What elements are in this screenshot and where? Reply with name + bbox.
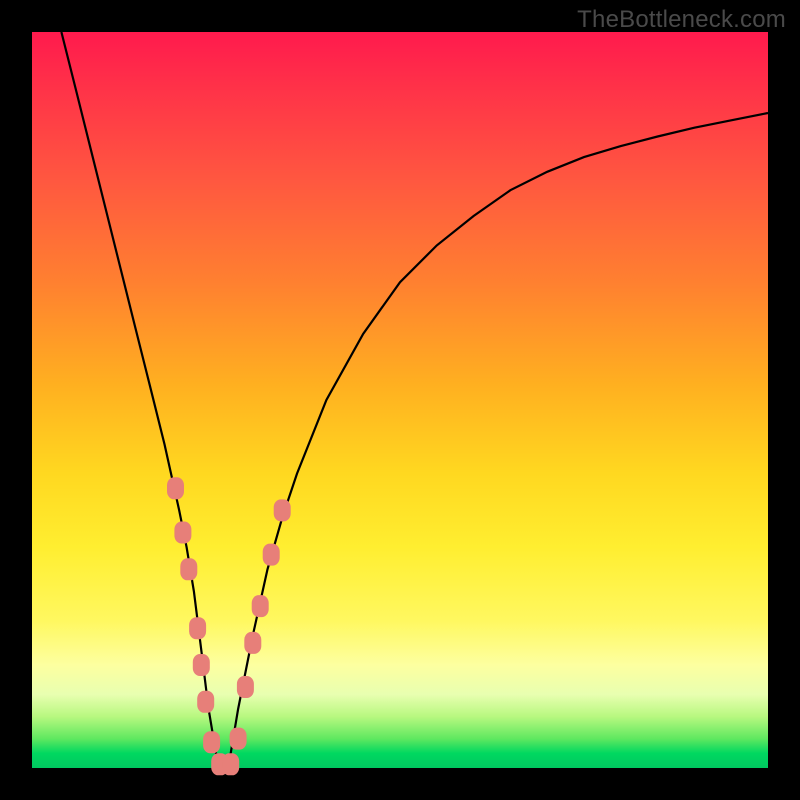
data-marker xyxy=(193,654,210,676)
data-marker xyxy=(180,558,197,580)
data-marker xyxy=(274,499,291,521)
data-marker xyxy=(244,632,261,654)
data-marker xyxy=(252,595,269,617)
watermark-text: TheBottleneck.com xyxy=(577,6,786,34)
marker-layer xyxy=(167,477,291,775)
data-marker xyxy=(167,477,184,499)
bottleneck-curve xyxy=(61,32,768,768)
data-marker xyxy=(174,522,191,544)
data-marker xyxy=(237,676,254,698)
data-marker xyxy=(230,728,247,750)
plot-area xyxy=(32,32,768,768)
data-marker xyxy=(197,691,214,713)
data-marker xyxy=(222,753,239,775)
data-marker xyxy=(203,731,220,753)
frame: TheBottleneck.com xyxy=(0,0,800,800)
data-marker xyxy=(263,544,280,566)
chart-svg xyxy=(32,32,768,768)
data-marker xyxy=(189,617,206,639)
curve-layer xyxy=(61,32,768,768)
